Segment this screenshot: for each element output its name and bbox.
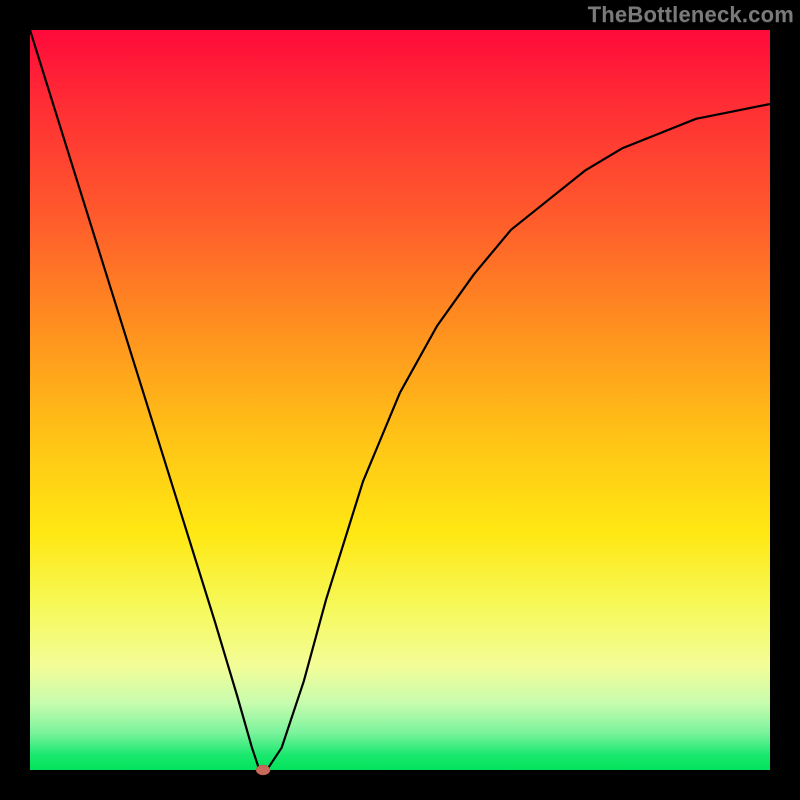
watermark-text: TheBottleneck.com [588, 2, 794, 28]
plot-area [30, 30, 770, 770]
chart-frame: TheBottleneck.com [0, 0, 800, 800]
curve-svg [30, 30, 770, 770]
optimal-point-marker [256, 765, 270, 775]
bottleneck-curve-path [30, 30, 770, 770]
